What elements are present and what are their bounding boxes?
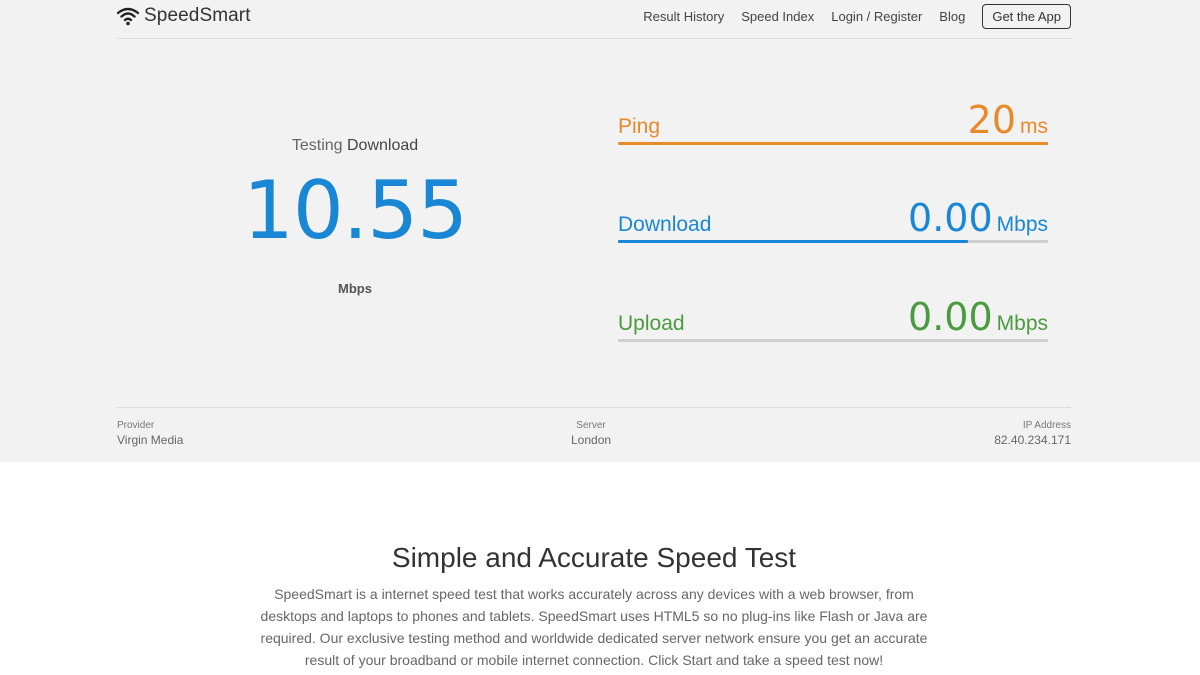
- download-unit: Mbps: [996, 213, 1048, 236]
- logo-text: SpeedSmart: [144, 5, 251, 26]
- main-nav: Result History Speed Index Login / Regis…: [626, 4, 1071, 29]
- ip-info: IP Address 82.40.234.171: [994, 420, 1071, 447]
- nav-login-register[interactable]: Login / Register: [831, 9, 922, 24]
- upload-label: Upload: [618, 312, 685, 335]
- download-value-group: 0.00 Mbps: [908, 199, 1048, 237]
- ping-value: 20: [967, 98, 1016, 142]
- download-value: 0.00: [908, 196, 993, 240]
- download-label: Download: [618, 213, 712, 236]
- about-title: Simple and Accurate Speed Test: [391, 542, 797, 573]
- download-progress-track: [618, 240, 1048, 243]
- current-speed-unit: Mbps: [338, 281, 372, 296]
- ping-unit: ms: [1020, 115, 1048, 138]
- ping-metric: Ping 20 ms: [618, 101, 1048, 145]
- logo[interactable]: SpeedSmart: [117, 5, 251, 27]
- ping-progress-track: [618, 142, 1048, 145]
- get-the-app-button[interactable]: Get the App: [982, 4, 1071, 29]
- ping-progress-fill: [618, 142, 1048, 145]
- server-label: Server: [576, 420, 606, 431]
- testing-prefix: Testing: [291, 137, 343, 154]
- upload-progress-track: [618, 339, 1048, 342]
- testing-target: Download: [347, 137, 419, 154]
- provider-value: Virgin Media: [117, 433, 184, 447]
- nav-blog[interactable]: Blog: [939, 9, 965, 24]
- wifi-icon: [117, 7, 139, 26]
- connection-info: Provider Virgin Media Server London IP A…: [117, 407, 1071, 457]
- about-text: SpeedSmart is a internet speed test that…: [260, 586, 928, 668]
- speed-test-panel: SpeedSmart Result History Speed Index Lo…: [0, 0, 1200, 462]
- site-header: SpeedSmart Result History Speed Index Lo…: [117, 0, 1071, 39]
- ip-value: 82.40.234.171: [994, 433, 1071, 447]
- provider-info: Provider Virgin Media: [117, 420, 183, 447]
- upload-value-group: 0.00 Mbps: [908, 298, 1048, 336]
- ping-label: Ping: [618, 115, 661, 138]
- server-value: London: [571, 433, 612, 447]
- ip-label: IP Address: [1022, 420, 1071, 431]
- testing-status: Testing Download: [205, 137, 505, 155]
- about-section: Simple and Accurate Speed Test SpeedSmar…: [0, 462, 1200, 675]
- ping-value-group: 20 ms: [968, 101, 1048, 139]
- download-progress-fill: [618, 240, 969, 243]
- current-speed-value: 10.55: [242, 164, 468, 257]
- upload-unit: Mbps: [996, 312, 1048, 335]
- upload-value: 0.00: [908, 295, 993, 339]
- speed-gauge: Testing Download 10.55 Mbps: [205, 130, 505, 296]
- provider-label: Provider: [117, 420, 155, 431]
- upload-metric: Upload 0.00 Mbps: [618, 298, 1048, 342]
- server-info: Server London: [571, 420, 611, 447]
- nav-speed-index[interactable]: Speed Index: [741, 9, 814, 24]
- nav-result-history[interactable]: Result History: [643, 9, 724, 24]
- download-metric: Download 0.00 Mbps: [618, 199, 1048, 243]
